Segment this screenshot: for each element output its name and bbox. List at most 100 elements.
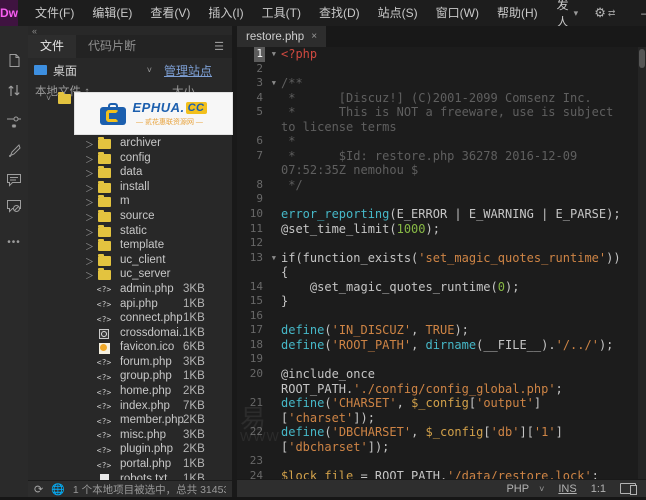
tree-row-file[interactable]: <?>plugin.php2KB: [28, 443, 232, 458]
code-line[interactable]: 14 @set_magic_quotes_runtime(0);: [237, 280, 646, 295]
expand-chevron-icon[interactable]: ＞: [85, 255, 94, 268]
code-line-wrap[interactable]: 07:52:35Z nemohou $: [237, 163, 646, 178]
expand-chevron-icon[interactable]: ＞: [85, 226, 94, 239]
code-line[interactable]: 1▼<?php: [237, 47, 646, 62]
menu-item-3[interactable]: 插入(I): [199, 0, 252, 26]
code-line[interactable]: 5 * This is NOT a freeware, use is subje…: [237, 105, 646, 120]
manage-sites-link[interactable]: 管理站点: [164, 62, 212, 79]
tree-row-folder[interactable]: ＞static: [28, 225, 232, 240]
panel-menu-icon[interactable]: ☰: [214, 40, 224, 53]
tree-row-file[interactable]: crossdomai...1KB: [28, 327, 232, 342]
tree-row-file[interactable]: <?>member.php2KB: [28, 414, 232, 429]
tree-row-file[interactable]: <?>api.php1KB: [28, 298, 232, 313]
scrollbar-thumb[interactable]: [639, 49, 645, 68]
site-selector[interactable]: 桌面 ˅: [34, 62, 152, 79]
file-transfer-icon[interactable]: [0, 76, 28, 104]
comment-off-icon[interactable]: [0, 192, 28, 220]
code-line[interactable]: 8 */: [237, 178, 646, 193]
code-line-wrap[interactable]: ['charset']);: [237, 411, 646, 426]
menu-item-0[interactable]: 文件(F): [26, 0, 83, 26]
live-view-options-icon[interactable]: [0, 108, 28, 136]
code-line-wrap[interactable]: {: [237, 265, 646, 280]
tree-row-folder[interactable]: ＞m: [28, 195, 232, 210]
tree-row-file[interactable]: <?>portal.php1KB: [28, 458, 232, 473]
tree-row-folder[interactable]: ＞template: [28, 239, 232, 254]
refresh-icon[interactable]: ⟳: [34, 483, 43, 496]
panel-tab-files[interactable]: 文件: [28, 35, 76, 58]
tree-row-folder[interactable]: ＞config: [28, 152, 232, 167]
minimize-button[interactable]: –: [629, 2, 646, 24]
tree-row-folder[interactable]: ＞source: [28, 210, 232, 225]
document-tab-restore-php[interactable]: restore.php ×: [237, 26, 326, 47]
panel-tab-snippets[interactable]: 代码片断: [76, 35, 148, 58]
expand-chevron-icon[interactable]: ＞: [85, 167, 94, 180]
code-line[interactable]: 20@include_once: [237, 367, 646, 382]
code-line[interactable]: 4 * [Discuz!] (C)2001-2099 Comsenz Inc.: [237, 91, 646, 106]
watermark-banner: EPHUA. CC — 贰花惠联资源网 —: [75, 93, 232, 134]
expand-chevron-icon[interactable]: ˅: [46, 93, 51, 103]
code-line[interactable]: 18define('ROOT_PATH', dirname(__FILE__).…: [237, 338, 646, 353]
expand-chevron-icon[interactable]: ＞: [85, 211, 94, 224]
menu-item-7[interactable]: 窗口(W): [427, 0, 488, 26]
code-fold-icon[interactable]: ▼: [272, 251, 276, 266]
menu-item-5[interactable]: 查找(D): [310, 0, 369, 26]
menu-item-1[interactable]: 编辑(E): [83, 0, 141, 26]
tree-row-folder[interactable]: ＞data: [28, 166, 232, 181]
tree-row-file[interactable]: <?>index.php7KB: [28, 400, 232, 415]
code-view[interactable]: 易 WWW 1▼<?php23▼/**4 * [Discuz!] (C)2001…: [237, 47, 646, 479]
code-line[interactable]: 15}: [237, 294, 646, 309]
code-line[interactable]: 9: [237, 192, 646, 207]
code-fold-icon[interactable]: ▼: [272, 47, 276, 62]
menu-item-6[interactable]: 站点(S): [369, 0, 427, 26]
tree-row-file[interactable]: <?>admin.php3KB: [28, 283, 232, 298]
tree-row-file[interactable]: favicon.ico6KB: [28, 341, 232, 356]
more-options-icon[interactable]: •••: [0, 237, 28, 248]
close-icon[interactable]: ×: [311, 31, 317, 42]
tree-row-file[interactable]: <?>home.php2KB: [28, 385, 232, 400]
code-line[interactable]: 19: [237, 352, 646, 367]
code-line[interactable]: 12: [237, 236, 646, 251]
comment-icon[interactable]: [0, 166, 28, 194]
code-line[interactable]: 7 * $Id: restore.php 36278 2016-12-09: [237, 149, 646, 164]
code-line-wrap[interactable]: ['dbcharset']);: [237, 440, 646, 455]
menu-item-8[interactable]: 帮助(H): [488, 0, 547, 26]
code-line[interactable]: 22define('DBCHARSET', $_config['db']['1'…: [237, 425, 646, 440]
code-format-icon[interactable]: [0, 136, 28, 164]
code-line[interactable]: 21define('CHARSET', $_config['output']: [237, 396, 646, 411]
open-documents-icon[interactable]: [0, 46, 28, 74]
tree-row-file[interactable]: <?>connect.php1KB: [28, 312, 232, 327]
code-line[interactable]: 11@set_time_limit(1000);: [237, 222, 646, 237]
expand-chevron-icon[interactable]: ＞: [85, 240, 94, 253]
expand-chevron-icon[interactable]: ＞: [85, 182, 94, 195]
menu-item-2[interactable]: 查看(V): [141, 0, 199, 26]
code-line[interactable]: 10error_reporting(E_ERROR | E_WARNING | …: [237, 207, 646, 222]
sync-settings-button[interactable]: ⚙ ⇄: [588, 5, 629, 21]
code-line[interactable]: 2: [237, 62, 646, 77]
tree-row-folder[interactable]: ＞archiver: [28, 137, 232, 152]
tree-row-folder[interactable]: ＞uc_client: [28, 254, 232, 269]
code-line[interactable]: 6 *: [237, 134, 646, 149]
tree-row-folder[interactable]: ＞install: [28, 181, 232, 196]
vertical-scrollbar[interactable]: [638, 47, 646, 479]
tree-row-file[interactable]: <?>forum.php3KB: [28, 356, 232, 371]
code-line[interactable]: 17define('IN_DISCUZ', TRUE);: [237, 323, 646, 338]
realtime-preview-icon[interactable]: [620, 483, 636, 494]
expand-chevron-icon[interactable]: ＞: [85, 138, 94, 151]
code-line[interactable]: 16: [237, 309, 646, 324]
tree-row-file[interactable]: <?>misc.php3KB: [28, 429, 232, 444]
code-line[interactable]: 24$lock_file = ROOT_PATH.'/data/restore.…: [237, 469, 646, 479]
code-line-wrap[interactable]: to license terms: [237, 120, 646, 135]
code-line[interactable]: 13▼if(function_exists('set_magic_quotes_…: [237, 251, 646, 266]
code-line[interactable]: 23: [237, 454, 646, 469]
code-line[interactable]: 3▼/**: [237, 76, 646, 91]
code-line-wrap[interactable]: ROOT_PATH.'./config/config_global.php';: [237, 382, 646, 397]
expand-chevron-icon[interactable]: ＞: [85, 153, 94, 166]
tree-row-file[interactable]: <?>group.php1KB: [28, 370, 232, 385]
language-selector[interactable]: PHP ˅: [506, 483, 544, 495]
tree-row-folder[interactable]: ＞uc_server: [28, 268, 232, 283]
code-fold-icon[interactable]: ▼: [272, 76, 276, 91]
expand-chevron-icon[interactable]: ＞: [85, 269, 94, 282]
expand-chevron-icon[interactable]: ＞: [85, 196, 94, 209]
remote-server-icon[interactable]: 🌐: [51, 483, 65, 496]
menu-item-4[interactable]: 工具(T): [253, 0, 310, 26]
